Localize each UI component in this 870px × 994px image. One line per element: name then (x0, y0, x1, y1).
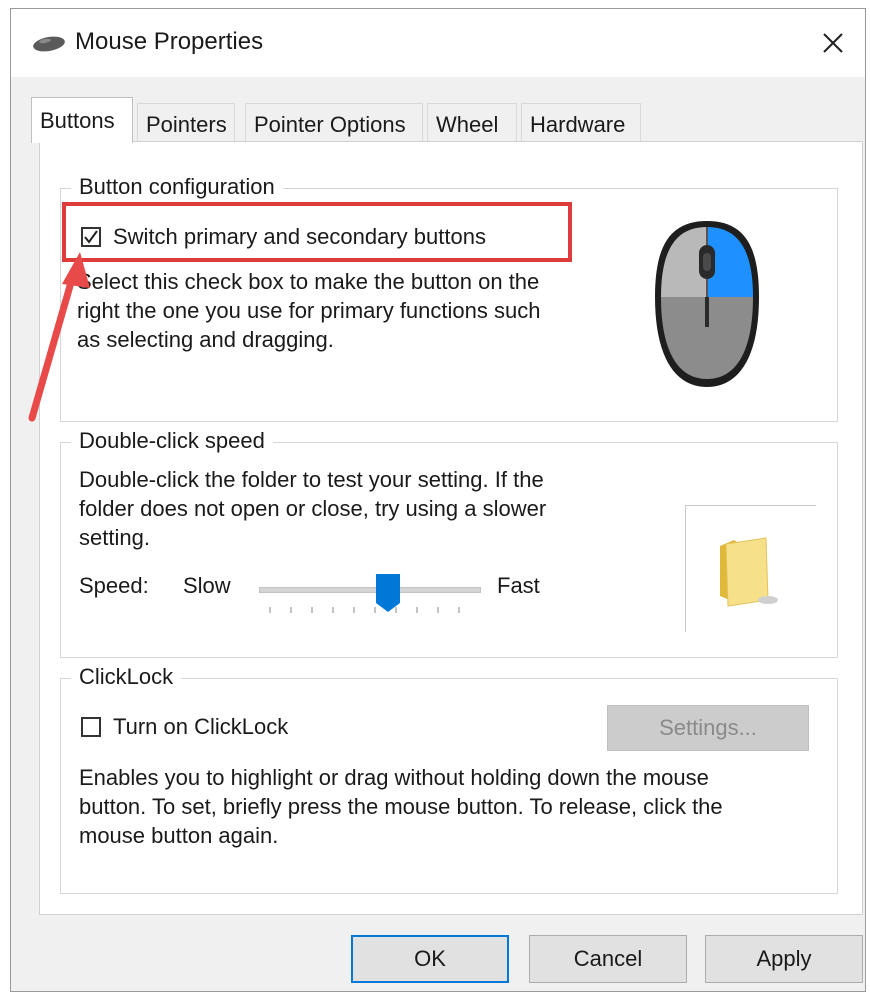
cancel-button-label: Cancel (573, 946, 643, 971)
double-click-description-line-3: setting. (79, 525, 150, 550)
slow-label: Slow (183, 573, 231, 598)
double-click-description-line-2: folder does not open or close, try using… (79, 496, 547, 521)
tab-hardware-label: Hardware (530, 112, 626, 137)
settings-button-label: Settings... (659, 715, 757, 740)
mouse-properties-dialog: Mouse Properties Buttons Pointers Pointe… (10, 8, 866, 992)
tab-pointers-label: Pointers (146, 112, 227, 137)
ok-button[interactable]: OK (351, 935, 509, 983)
ok-button-label: OK (414, 946, 446, 971)
double-click-speed-label: Double-click speed (71, 428, 273, 454)
clicklock-settings-button[interactable]: Settings... (607, 705, 809, 751)
mouse-small-icon (33, 36, 65, 52)
apply-button[interactable]: Apply (705, 935, 863, 983)
button-config-description-line-2: right the one you use for primary functi… (77, 298, 541, 323)
close-icon (823, 33, 843, 53)
tab-wheel[interactable]: Wheel (427, 103, 517, 141)
apply-button-label: Apply (756, 946, 812, 971)
slider-thumb[interactable] (375, 573, 401, 613)
speed-label: Speed: (79, 573, 149, 598)
double-click-description-line-1: Double-click the folder to test your set… (79, 467, 544, 492)
buttons-tab-panel: Button configuration Switch primary and … (39, 141, 863, 915)
button-config-description-line-1: Select this check box to make the button… (77, 269, 540, 294)
clicklock-label: ClickLock (71, 664, 182, 690)
double-click-speed-slider[interactable] (259, 574, 481, 619)
tab-pointers[interactable]: Pointers (137, 103, 235, 141)
switch-buttons-label: Switch primary and secondary buttons (113, 224, 486, 249)
button-configuration-label: Button configuration (71, 174, 283, 200)
clicklock-description-line-3: mouse button again. (79, 823, 279, 848)
annotation-arrow (28, 252, 90, 422)
clicklock-group: ClickLock Turn on ClickLock Settings... … (60, 664, 838, 894)
tab-hardware[interactable]: Hardware (521, 103, 641, 141)
button-configuration-group: Button configuration Switch primary and … (60, 174, 838, 422)
tab-pointer-options-label: Pointer Options (254, 112, 406, 137)
slider-ticks (269, 607, 460, 613)
clicklock-description-line-2: button. To set, briefly press the mouse … (79, 794, 723, 819)
slider-track (259, 587, 481, 593)
tab-buttons[interactable]: Buttons (31, 97, 133, 143)
tab-buttons-label: Buttons (40, 108, 115, 133)
window-title: Mouse Properties (75, 28, 264, 55)
clicklock-description-line-1: Enables you to highlight or drag without… (79, 765, 709, 790)
double-click-speed-group: Double-click speed Double-click the fold… (60, 428, 838, 658)
clicklock-checkbox-label: Turn on ClickLock (113, 714, 289, 739)
mouse-icon (655, 221, 759, 387)
clicklock-checkbox[interactable] (81, 717, 101, 737)
folder-icon (720, 537, 778, 607)
button-config-description-line-3: as selecting and dragging. (77, 327, 334, 352)
close-button[interactable] (801, 9, 865, 77)
test-folder-area[interactable] (685, 505, 816, 632)
tab-wheel-label: Wheel (436, 112, 499, 137)
cancel-button[interactable]: Cancel (529, 935, 687, 983)
tab-pointer-options[interactable]: Pointer Options (245, 103, 423, 141)
title-bar: Mouse Properties (11, 9, 865, 77)
fast-label: Fast (497, 573, 540, 598)
